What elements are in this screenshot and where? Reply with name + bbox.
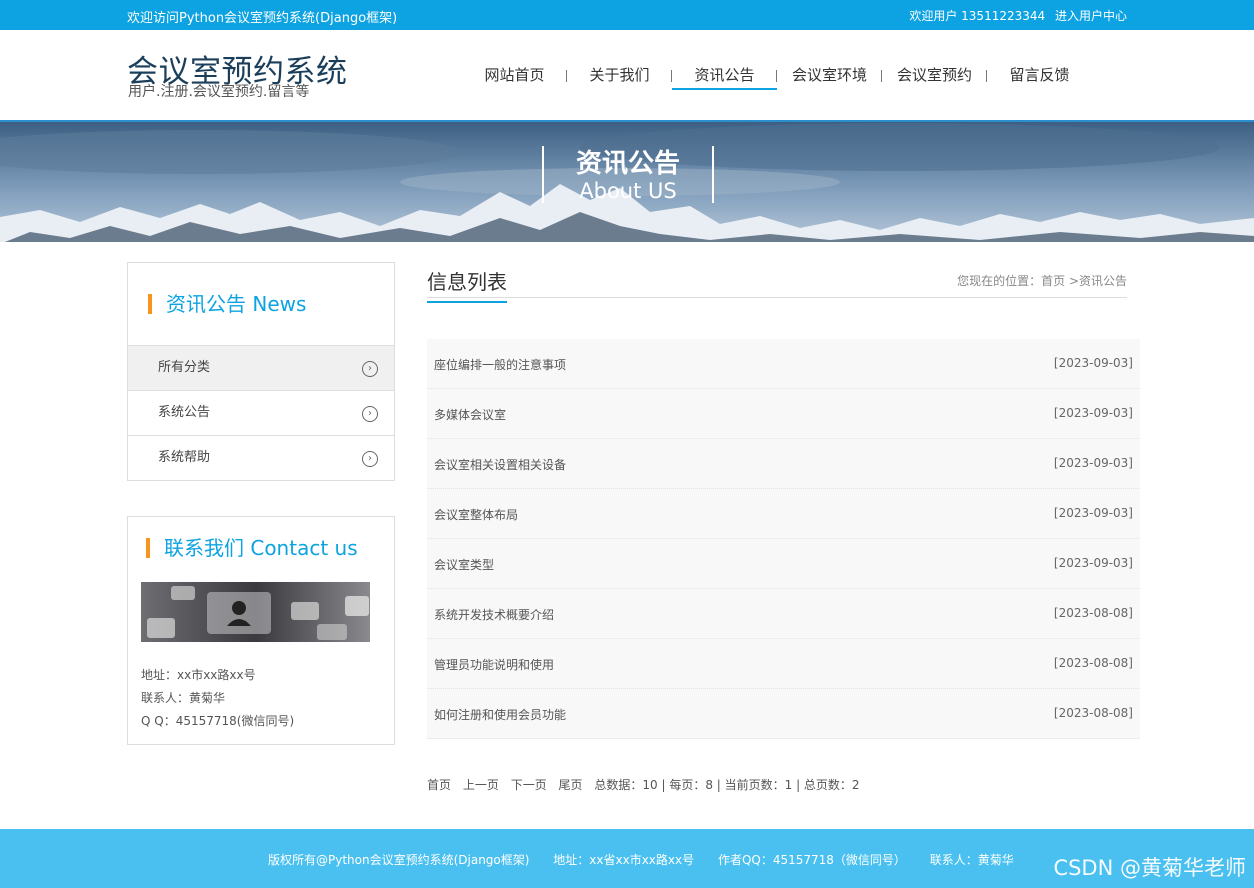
nav-item-feedback[interactable]: 留言反馈 <box>987 64 1092 90</box>
pagination: 首页 上一页 下一页 尾页 总数据：10 | 每页：8 | 当前页数：1 | 总… <box>427 776 860 793</box>
nav-item-home[interactable]: 网站首页 <box>462 64 567 90</box>
footer-text: 版权所有@Python会议室预约系统(Django框架) 地址：xx省xx市xx… <box>268 851 1034 868</box>
article-title[interactable]: 系统开发技术概要介绍 <box>434 606 554 623</box>
nav-item-booking[interactable]: 会议室预约 <box>882 64 987 90</box>
article-title[interactable]: 会议室类型 <box>434 556 494 573</box>
list-item[interactable]: 会议室整体布局 [2023-09-03] <box>427 489 1140 539</box>
chevron-right-circle-icon: › <box>362 406 378 422</box>
chevron-right-circle-icon: › <box>362 451 378 467</box>
list-item[interactable]: 会议室相关设置相关设备 [2023-09-03] <box>427 439 1140 489</box>
last-page-link[interactable]: 尾页 <box>559 778 583 792</box>
site-subtitle: 用户.注册.会议室预约.留言等 <box>128 84 310 100</box>
list-item[interactable]: 多媒体会议室 [2023-09-03] <box>427 389 1140 439</box>
top-bar: 欢迎访问Python会议室预约系统(Django框架) 欢迎用户 1351122… <box>0 0 1254 30</box>
category-item-announcements[interactable]: 系统公告 › <box>128 390 394 435</box>
breadcrumb: 您现在的位置：首页 >资讯公告 <box>957 272 1127 289</box>
breadcrumb-current[interactable]: >资讯公告 <box>1069 274 1127 288</box>
user-center-link[interactable]: 进入用户中心 <box>1055 9 1127 23</box>
category-label: 系统帮助 <box>158 450 211 465</box>
list-item[interactable]: 如何注册和使用会员功能 [2023-08-08] <box>427 689 1140 739</box>
first-page-link[interactable]: 首页 <box>427 778 451 792</box>
article-date: [2023-08-08] <box>1053 606 1133 620</box>
list-item[interactable]: 系统开发技术概要介绍 [2023-08-08] <box>427 589 1140 639</box>
category-label: 系统公告 <box>158 405 211 420</box>
category-item-all[interactable]: 所有分类 › <box>128 345 394 390</box>
nav-item-rooms[interactable]: 会议室环境 <box>777 64 882 90</box>
article-title[interactable]: 会议室相关设置相关设备 <box>434 456 566 473</box>
user-greeting: 欢迎用户 13511223344 <box>909 9 1046 23</box>
contact-qq: Q Q：45157718(微信同号) <box>141 714 295 728</box>
news-heading: 资讯公告 News <box>148 294 306 314</box>
contact-box: 联系我们 Contact us 地址：xx市xx路xx号 联系人：黄菊华 Q Q… <box>127 516 395 745</box>
category-item-help[interactable]: 系统帮助 › <box>128 435 394 480</box>
category-label: 所有分类 <box>158 360 211 375</box>
breadcrumb-prefix: 您现在的位置： <box>957 274 1042 288</box>
article-date: [2023-09-03] <box>1053 406 1133 420</box>
contact-address: 地址：xx市xx路xx号 <box>141 668 256 682</box>
article-title[interactable]: 管理员功能说明和使用 <box>434 656 554 673</box>
article-date: [2023-09-03] <box>1053 356 1133 370</box>
welcome-text: 欢迎访问Python会议室预约系统(Django框架) <box>127 11 398 26</box>
article-title[interactable]: 会议室整体布局 <box>434 506 518 523</box>
pagination-stats: 总数据：10 | 每页：8 | 当前页数：1 | 总页数：2 <box>594 778 860 792</box>
article-date: [2023-09-03] <box>1053 506 1133 520</box>
footer-address: 地址：xx省xx市xx路xx号 <box>553 853 695 867</box>
footer: 版权所有@Python会议室预约系统(Django框架) 地址：xx省xx市xx… <box>0 829 1254 888</box>
nav-item-about[interactable]: 关于我们 <box>567 64 672 90</box>
news-category-box: 资讯公告 News 所有分类 › 系统公告 › 系统帮助 › <box>127 262 395 481</box>
list-item[interactable]: 会议室类型 [2023-09-03] <box>427 539 1140 589</box>
list-item[interactable]: 管理员功能说明和使用 [2023-08-08] <box>427 639 1140 689</box>
banner-title-en: About US <box>579 179 677 203</box>
footer-qq: 作者QQ：45157718（微信同号） <box>717 853 906 867</box>
footer-copyright: 版权所有@Python会议室预约系统(Django框架) <box>268 853 530 867</box>
article-date: [2023-09-03] <box>1053 456 1133 470</box>
header: 会议室预约系统 用户.注册.会议室预约.留言等 网站首页 关于我们 资讯公告 会… <box>0 30 1254 120</box>
banner-title-cn: 资讯公告 <box>575 149 680 179</box>
footer-contact: 联系人：黄菊华 <box>929 853 1014 867</box>
main-nav: 网站首页 关于我们 资讯公告 会议室环境 会议室预约 留言反馈 <box>462 64 1092 90</box>
article-title[interactable]: 座位编排一般的注意事项 <box>434 356 566 373</box>
category-list: 所有分类 › 系统公告 › 系统帮助 › <box>128 345 394 480</box>
banner-title: 资讯公告 About US <box>542 146 714 203</box>
watermark: CSDN @黄菊华老师 <box>1053 856 1246 880</box>
contact-info: 地址：xx市xx路xx号 联系人：黄菊华 Q Q：45157718(微信同号) <box>141 664 294 733</box>
contact-person: 联系人：黄菊华 <box>141 691 226 705</box>
article-date: [2023-08-08] <box>1053 706 1133 720</box>
contact-heading: 联系我们 Contact us <box>146 538 358 558</box>
article-list: 座位编排一般的注意事项 [2023-09-03] 多媒体会议室 [2023-09… <box>427 339 1140 739</box>
article-title[interactable]: 多媒体会议室 <box>434 406 506 423</box>
article-date: [2023-08-08] <box>1053 656 1133 670</box>
nav-item-news[interactable]: 资讯公告 <box>672 64 777 90</box>
chevron-right-circle-icon: › <box>362 361 378 377</box>
prev-page-link[interactable]: 上一页 <box>463 778 499 792</box>
title-divider <box>427 297 1127 298</box>
user-area: 欢迎用户 13511223344 进入用户中心 <box>903 7 1127 24</box>
article-title[interactable]: 如何注册和使用会员功能 <box>434 706 566 723</box>
list-item[interactable]: 座位编排一般的注意事项 [2023-09-03] <box>427 339 1140 389</box>
contact-image <box>141 582 370 642</box>
next-page-link[interactable]: 下一页 <box>511 778 547 792</box>
breadcrumb-home-link[interactable]: 首页 <box>1041 274 1065 288</box>
article-date: [2023-09-03] <box>1053 556 1133 570</box>
